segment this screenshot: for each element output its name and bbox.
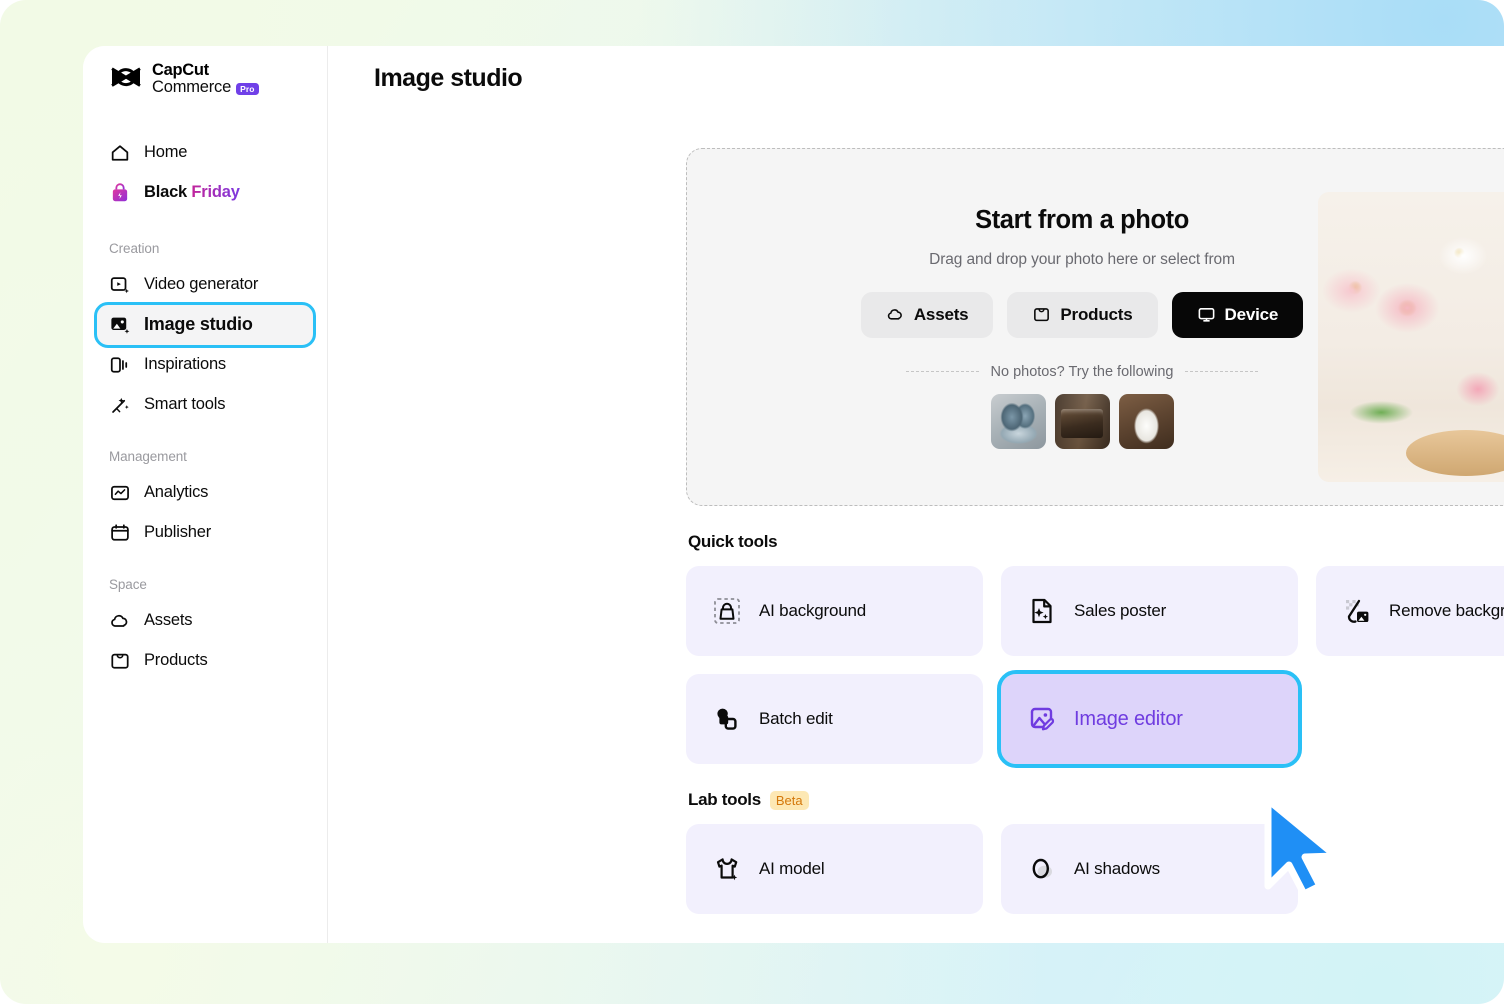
quick-tools-heading: Quick tools xyxy=(688,532,1504,552)
monitor-icon xyxy=(1197,305,1216,324)
tool-label-remove-background: Remove background xyxy=(1389,601,1504,621)
beta-badge: Beta xyxy=(770,791,809,810)
tool-card-ai-model[interactable]: AI model xyxy=(686,824,983,914)
sidebar-item-smart-tools[interactable]: Smart tools xyxy=(97,385,313,425)
brand-name-primary: CapCut xyxy=(152,62,259,79)
analytics-icon xyxy=(109,482,131,504)
tool-card-ai-shadows[interactable]: AI shadows xyxy=(1001,824,1298,914)
assets-source-label: Assets xyxy=(914,305,969,325)
sample-makeup-palette-thumbnail[interactable] xyxy=(1055,394,1110,449)
tool-label-image-editor: Image editor xyxy=(1074,708,1183,731)
assets-source-button[interactable]: Assets xyxy=(861,292,994,338)
sidebar-item-label-publisher: Publisher xyxy=(144,523,211,542)
tool-card-ai-background[interactable]: AI background xyxy=(686,566,983,656)
tool-label-ai-model: AI model xyxy=(759,859,825,879)
smart-tools-wand-icon xyxy=(109,394,131,416)
sample-earbuds-thumbnail[interactable] xyxy=(991,394,1046,449)
brand-commerce-text: Commerce xyxy=(152,79,231,96)
content-area: Start from a photo Drag and drop your ph… xyxy=(686,148,1504,943)
sidebar-item-label-home: Home xyxy=(144,143,187,162)
tool-label-ai-background: AI background xyxy=(759,601,866,621)
sidebar-item-products[interactable]: Products xyxy=(97,641,313,681)
home-icon xyxy=(109,142,131,164)
divider-line-right xyxy=(1185,371,1258,372)
lab-tools-grid: AI model AI shadows xyxy=(686,824,1504,914)
capcut-logo-icon xyxy=(109,65,143,93)
products-source-label: Products xyxy=(1060,305,1132,325)
sidebar-group-management: Management xyxy=(83,449,327,464)
sidebar-item-label-products: Products xyxy=(144,651,208,670)
start-from-photo-dropzone[interactable]: Start from a photo Drag and drop your ph… xyxy=(686,148,1504,506)
ai-shadows-icon xyxy=(1027,854,1057,884)
sidebar-item-black-friday[interactable]: Black Friday xyxy=(97,173,313,213)
image-editor-icon xyxy=(1027,704,1057,734)
publisher-calendar-icon xyxy=(109,522,131,544)
sample-white-shirt-thumbnail[interactable] xyxy=(1119,394,1174,449)
quick-tools-title: Quick tools xyxy=(688,532,777,552)
image-studio-icon xyxy=(109,314,131,336)
tool-card-image-editor[interactable]: Image editor xyxy=(1001,674,1298,764)
remove-background-icon xyxy=(1342,596,1372,626)
lab-tools-title: Lab tools xyxy=(688,790,761,810)
no-photos-text: No photos? Try the following xyxy=(991,364,1174,380)
sidebar-item-label-video-generator: Video generator xyxy=(144,275,258,294)
sidebar-item-label-smart-tools: Smart tools xyxy=(144,395,225,414)
device-source-label: Device xyxy=(1225,305,1279,325)
divider-line-left xyxy=(906,371,979,372)
pro-badge: Pro xyxy=(236,83,258,95)
tool-card-sales-poster[interactable]: Sales poster xyxy=(1001,566,1298,656)
dropzone-subtitle: Drag and drop your photo here or select … xyxy=(929,251,1235,269)
device-source-button[interactable]: Device xyxy=(1172,292,1304,338)
no-photos-divider: No photos? Try the following xyxy=(906,364,1258,380)
sidebar-item-assets[interactable]: Assets xyxy=(97,601,313,641)
ai-model-shirt-icon xyxy=(712,854,742,884)
sidebar-item-label-black-friday: Black Friday xyxy=(144,183,240,202)
products-source-button[interactable]: Products xyxy=(1007,292,1157,338)
page-title: Image studio xyxy=(329,46,1504,93)
sidebar-item-inspirations[interactable]: Inspirations xyxy=(97,345,313,385)
sidebar-item-image-studio[interactable]: Image studio xyxy=(97,305,313,345)
sidebar-nav: Home Black Friday xyxy=(83,133,327,681)
sidebar: CapCut Commerce Pro Home xyxy=(83,46,328,943)
sidebar-item-analytics[interactable]: Analytics xyxy=(97,473,313,513)
sidebar-item-label-analytics: Analytics xyxy=(144,483,208,502)
sidebar-item-home[interactable]: Home xyxy=(97,133,313,173)
main-content: Image studio Start from a photo Drag and… xyxy=(329,46,1504,943)
sidebar-group-creation: Creation xyxy=(83,241,327,256)
tool-label-sales-poster: Sales poster xyxy=(1074,601,1166,621)
sidebar-item-label-inspirations: Inspirations xyxy=(144,355,226,374)
friday-text: Friday xyxy=(191,183,239,201)
quick-tools-grid-row1: AI background Sales poster xyxy=(686,566,1504,656)
cloud-icon xyxy=(886,305,905,324)
sidebar-item-video-generator[interactable]: Video generator xyxy=(97,265,313,305)
sales-poster-icon xyxy=(1027,596,1057,626)
video-generator-icon xyxy=(109,274,131,296)
dropzone-source-buttons: Assets Products xyxy=(861,292,1303,338)
sidebar-item-publisher[interactable]: Publisher xyxy=(97,513,313,553)
ai-background-icon xyxy=(712,596,742,626)
lab-tools-heading: Lab tools Beta xyxy=(688,790,1504,810)
brand-name-secondary: Commerce Pro xyxy=(152,79,259,96)
floral-preview-image xyxy=(1318,192,1504,482)
brand-logo-block[interactable]: CapCut Commerce Pro xyxy=(83,46,327,97)
sidebar-item-label-assets: Assets xyxy=(144,611,192,630)
tool-card-remove-background[interactable]: Remove background xyxy=(1316,566,1504,656)
bag-icon xyxy=(1032,305,1051,324)
sidebar-group-space: Space xyxy=(83,577,327,592)
inspirations-icon xyxy=(109,354,131,376)
black-friday-bag-icon xyxy=(109,182,131,204)
tool-label-ai-shadows: AI shadows xyxy=(1074,859,1160,879)
batch-edit-icon xyxy=(712,704,742,734)
assets-cloud-icon xyxy=(109,610,131,632)
dropzone-title: Start from a photo xyxy=(975,206,1189,235)
quick-tools-grid-row2: Batch edit Image editor xyxy=(686,674,1504,764)
sample-photo-thumbnails xyxy=(991,394,1174,449)
black-text: Black xyxy=(144,183,191,201)
app-window: CapCut Commerce Pro Home xyxy=(83,46,1504,943)
tool-card-batch-edit[interactable]: Batch edit xyxy=(686,674,983,764)
products-bag-icon xyxy=(109,650,131,672)
tool-label-batch-edit: Batch edit xyxy=(759,709,833,729)
sidebar-item-label-image-studio: Image studio xyxy=(144,314,253,335)
